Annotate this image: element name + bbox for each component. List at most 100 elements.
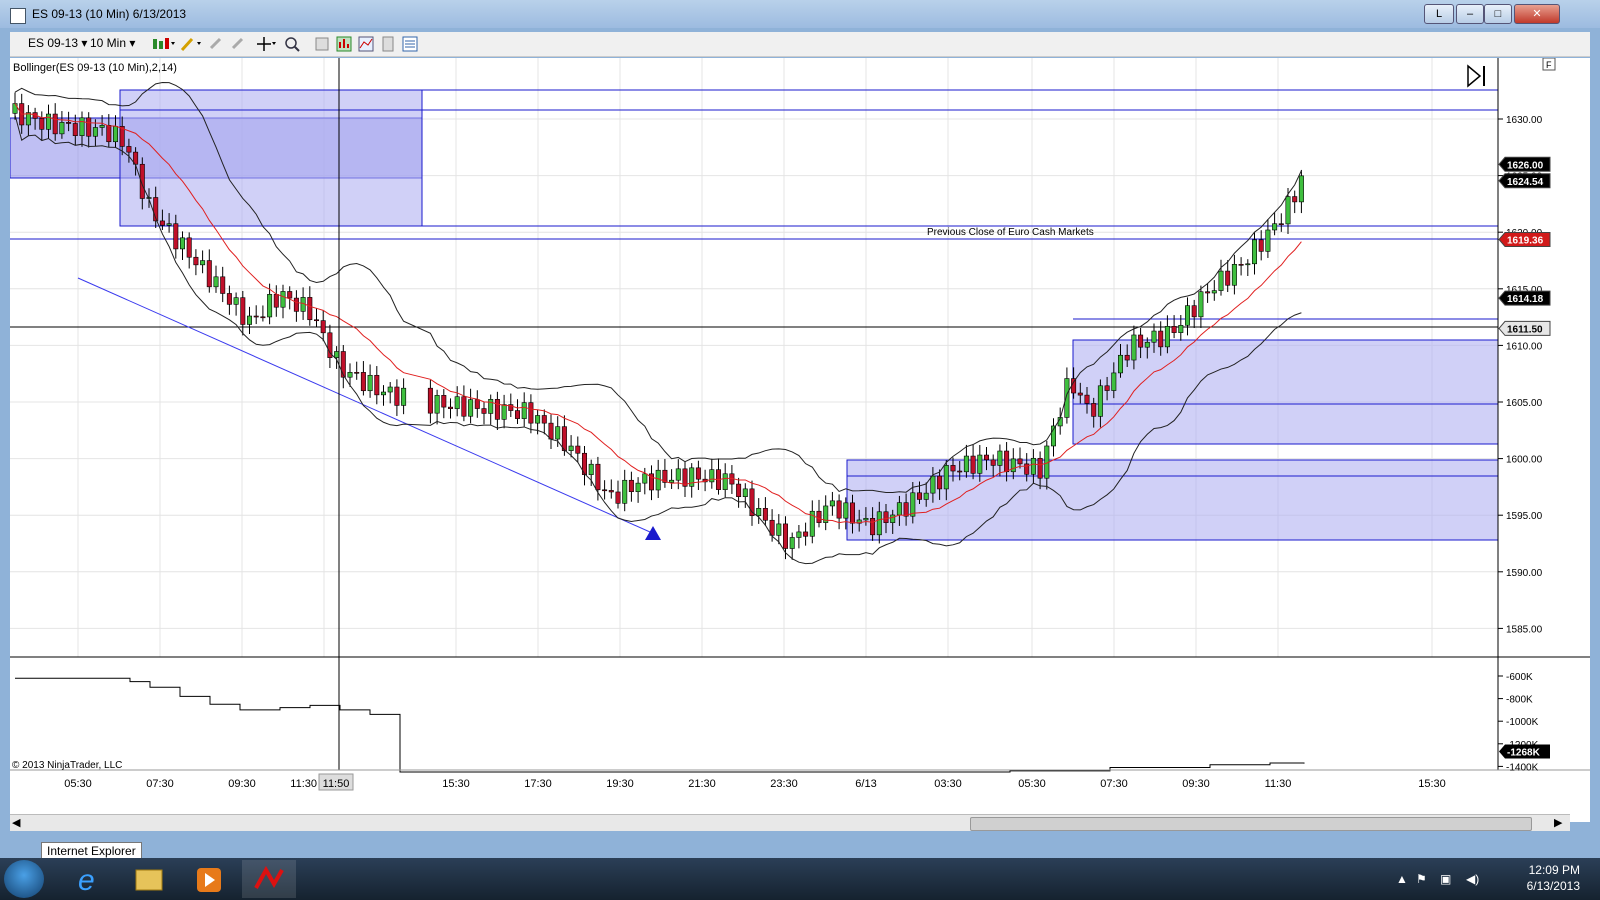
candle-down	[474, 399, 480, 409]
restore-button[interactable]: □	[1484, 4, 1512, 24]
candle-up	[12, 103, 18, 114]
candle-down	[602, 489, 608, 492]
candle-up	[180, 237, 186, 250]
candle-down	[1124, 354, 1130, 361]
candle-down	[736, 483, 742, 497]
horizontal-scrollbar[interactable]: ◀ ▶	[10, 814, 1570, 831]
candle-down	[803, 531, 809, 537]
candle-up	[588, 463, 594, 475]
candle-down	[983, 454, 989, 461]
candle-up	[997, 450, 1003, 466]
candle-down	[1017, 458, 1023, 465]
indicators-icon[interactable]	[358, 36, 374, 52]
candle-down	[52, 113, 58, 135]
price-tick-label: 1630.00	[1506, 115, 1543, 126]
close-button[interactable]: ✕	[1514, 4, 1560, 24]
media-player-icon[interactable]	[184, 860, 234, 898]
price-tick-label: 1610.00	[1506, 341, 1543, 352]
candle-up	[1198, 291, 1204, 318]
pointer-icon[interactable]	[230, 36, 246, 52]
candle-down	[695, 467, 701, 480]
candle-up	[655, 469, 661, 491]
candle-down	[903, 502, 909, 517]
price-chart[interactable]: 1630.001625.001620.001615.001610.001605.…	[9, 57, 1590, 822]
eraser-icon[interactable]	[208, 36, 224, 52]
file-explorer-icon[interactable]	[124, 860, 174, 898]
price-tick-label: 1605.00	[1506, 398, 1543, 409]
ninjatrader-icon[interactable]	[242, 860, 296, 898]
candle-up	[555, 426, 561, 440]
candle-down	[427, 387, 433, 414]
candle-down	[394, 386, 400, 406]
candle-up	[635, 482, 641, 493]
price-flag-label: 1619.36	[1507, 235, 1544, 246]
zoom-icon[interactable]	[284, 36, 300, 52]
system-clock[interactable]: 12:09 PM 6/13/2013	[1527, 862, 1580, 894]
candle-up	[863, 517, 869, 521]
internet-explorer-icon[interactable]: e	[64, 860, 114, 898]
volume-icon[interactable]: ◀)	[1466, 872, 1479, 886]
candle-up	[789, 537, 795, 549]
candle-down	[937, 475, 943, 490]
candle-down	[870, 517, 876, 536]
strategy-icon[interactable]	[380, 36, 396, 52]
candle-down	[1084, 394, 1090, 404]
network-icon[interactable]: ▣	[1440, 872, 1451, 886]
candle-down	[628, 479, 634, 493]
time-tick-label: 15:30	[1418, 778, 1446, 790]
candle-up	[1245, 263, 1251, 266]
title-bar[interactable]: ES 09-13 (10 Min) 6/13/2013 L – □ ✕	[0, 0, 1600, 28]
candle-up	[387, 386, 393, 393]
bar-type-icon[interactable]	[152, 36, 176, 52]
candle-up	[1118, 354, 1124, 374]
crosshair-icon[interactable]	[256, 36, 278, 52]
data-box-icon[interactable]	[402, 36, 418, 52]
interval-select[interactable]: 10 Min ▾	[90, 36, 135, 50]
time-tick-label: 19:30	[606, 778, 634, 790]
candle-up	[468, 399, 474, 417]
candle-down	[374, 374, 380, 396]
properties-icon[interactable]	[314, 36, 330, 52]
tray-arrow-icon[interactable]: ▲	[1396, 872, 1408, 886]
candle-up	[367, 374, 373, 392]
candle-up	[113, 126, 119, 143]
scroll-left-icon[interactable]: ◀	[12, 816, 20, 829]
price-tick-label: 1590.00	[1506, 568, 1543, 579]
candle-down	[816, 510, 822, 523]
candle-up	[622, 479, 628, 504]
candle-down	[548, 422, 554, 440]
chart-style-icon[interactable]	[336, 36, 352, 52]
volume-tick-label: -600K	[1506, 672, 1533, 683]
candle-down	[206, 260, 212, 288]
scroll-right-icon[interactable]: ▶	[1554, 816, 1562, 829]
start-button[interactable]	[4, 860, 44, 898]
candle-down	[193, 256, 199, 266]
candle-down	[320, 320, 326, 334]
time-tick-label: 11:30	[290, 778, 317, 790]
candle-down	[1004, 450, 1010, 473]
instrument-select[interactable]: ES 09-13 ▾	[28, 36, 87, 50]
price-flag-label: 1626.00	[1507, 160, 1544, 171]
minimize-button[interactable]: –	[1456, 4, 1484, 24]
candle-up	[1265, 229, 1271, 252]
candle-down	[360, 372, 366, 392]
candle-down	[461, 396, 467, 417]
candle-down	[447, 406, 453, 409]
flag-icon[interactable]: ⚑	[1416, 872, 1427, 886]
draw-tool-icon[interactable]	[180, 36, 204, 52]
candle-down	[253, 315, 259, 318]
candle-up	[1218, 270, 1224, 291]
link-button[interactable]: L	[1424, 4, 1454, 24]
time-tick-label: 05:30	[1018, 778, 1046, 790]
time-tick-label: 09:30	[1182, 778, 1210, 790]
chart-panel[interactable]: 1630.001625.001620.001615.001610.001605.…	[9, 57, 1590, 822]
app-window: ES 09-13 (10 Min) 6/13/2013 L – □ ✕ ES 0…	[0, 0, 1600, 860]
candle-down	[126, 146, 132, 153]
candle-up	[1111, 372, 1117, 391]
candle-down	[836, 500, 842, 519]
scroll-thumb[interactable]	[970, 817, 1532, 831]
candle-down	[1171, 326, 1177, 333]
candle-up	[1144, 341, 1150, 348]
candle-up	[1272, 223, 1278, 231]
candle-down	[173, 223, 179, 250]
